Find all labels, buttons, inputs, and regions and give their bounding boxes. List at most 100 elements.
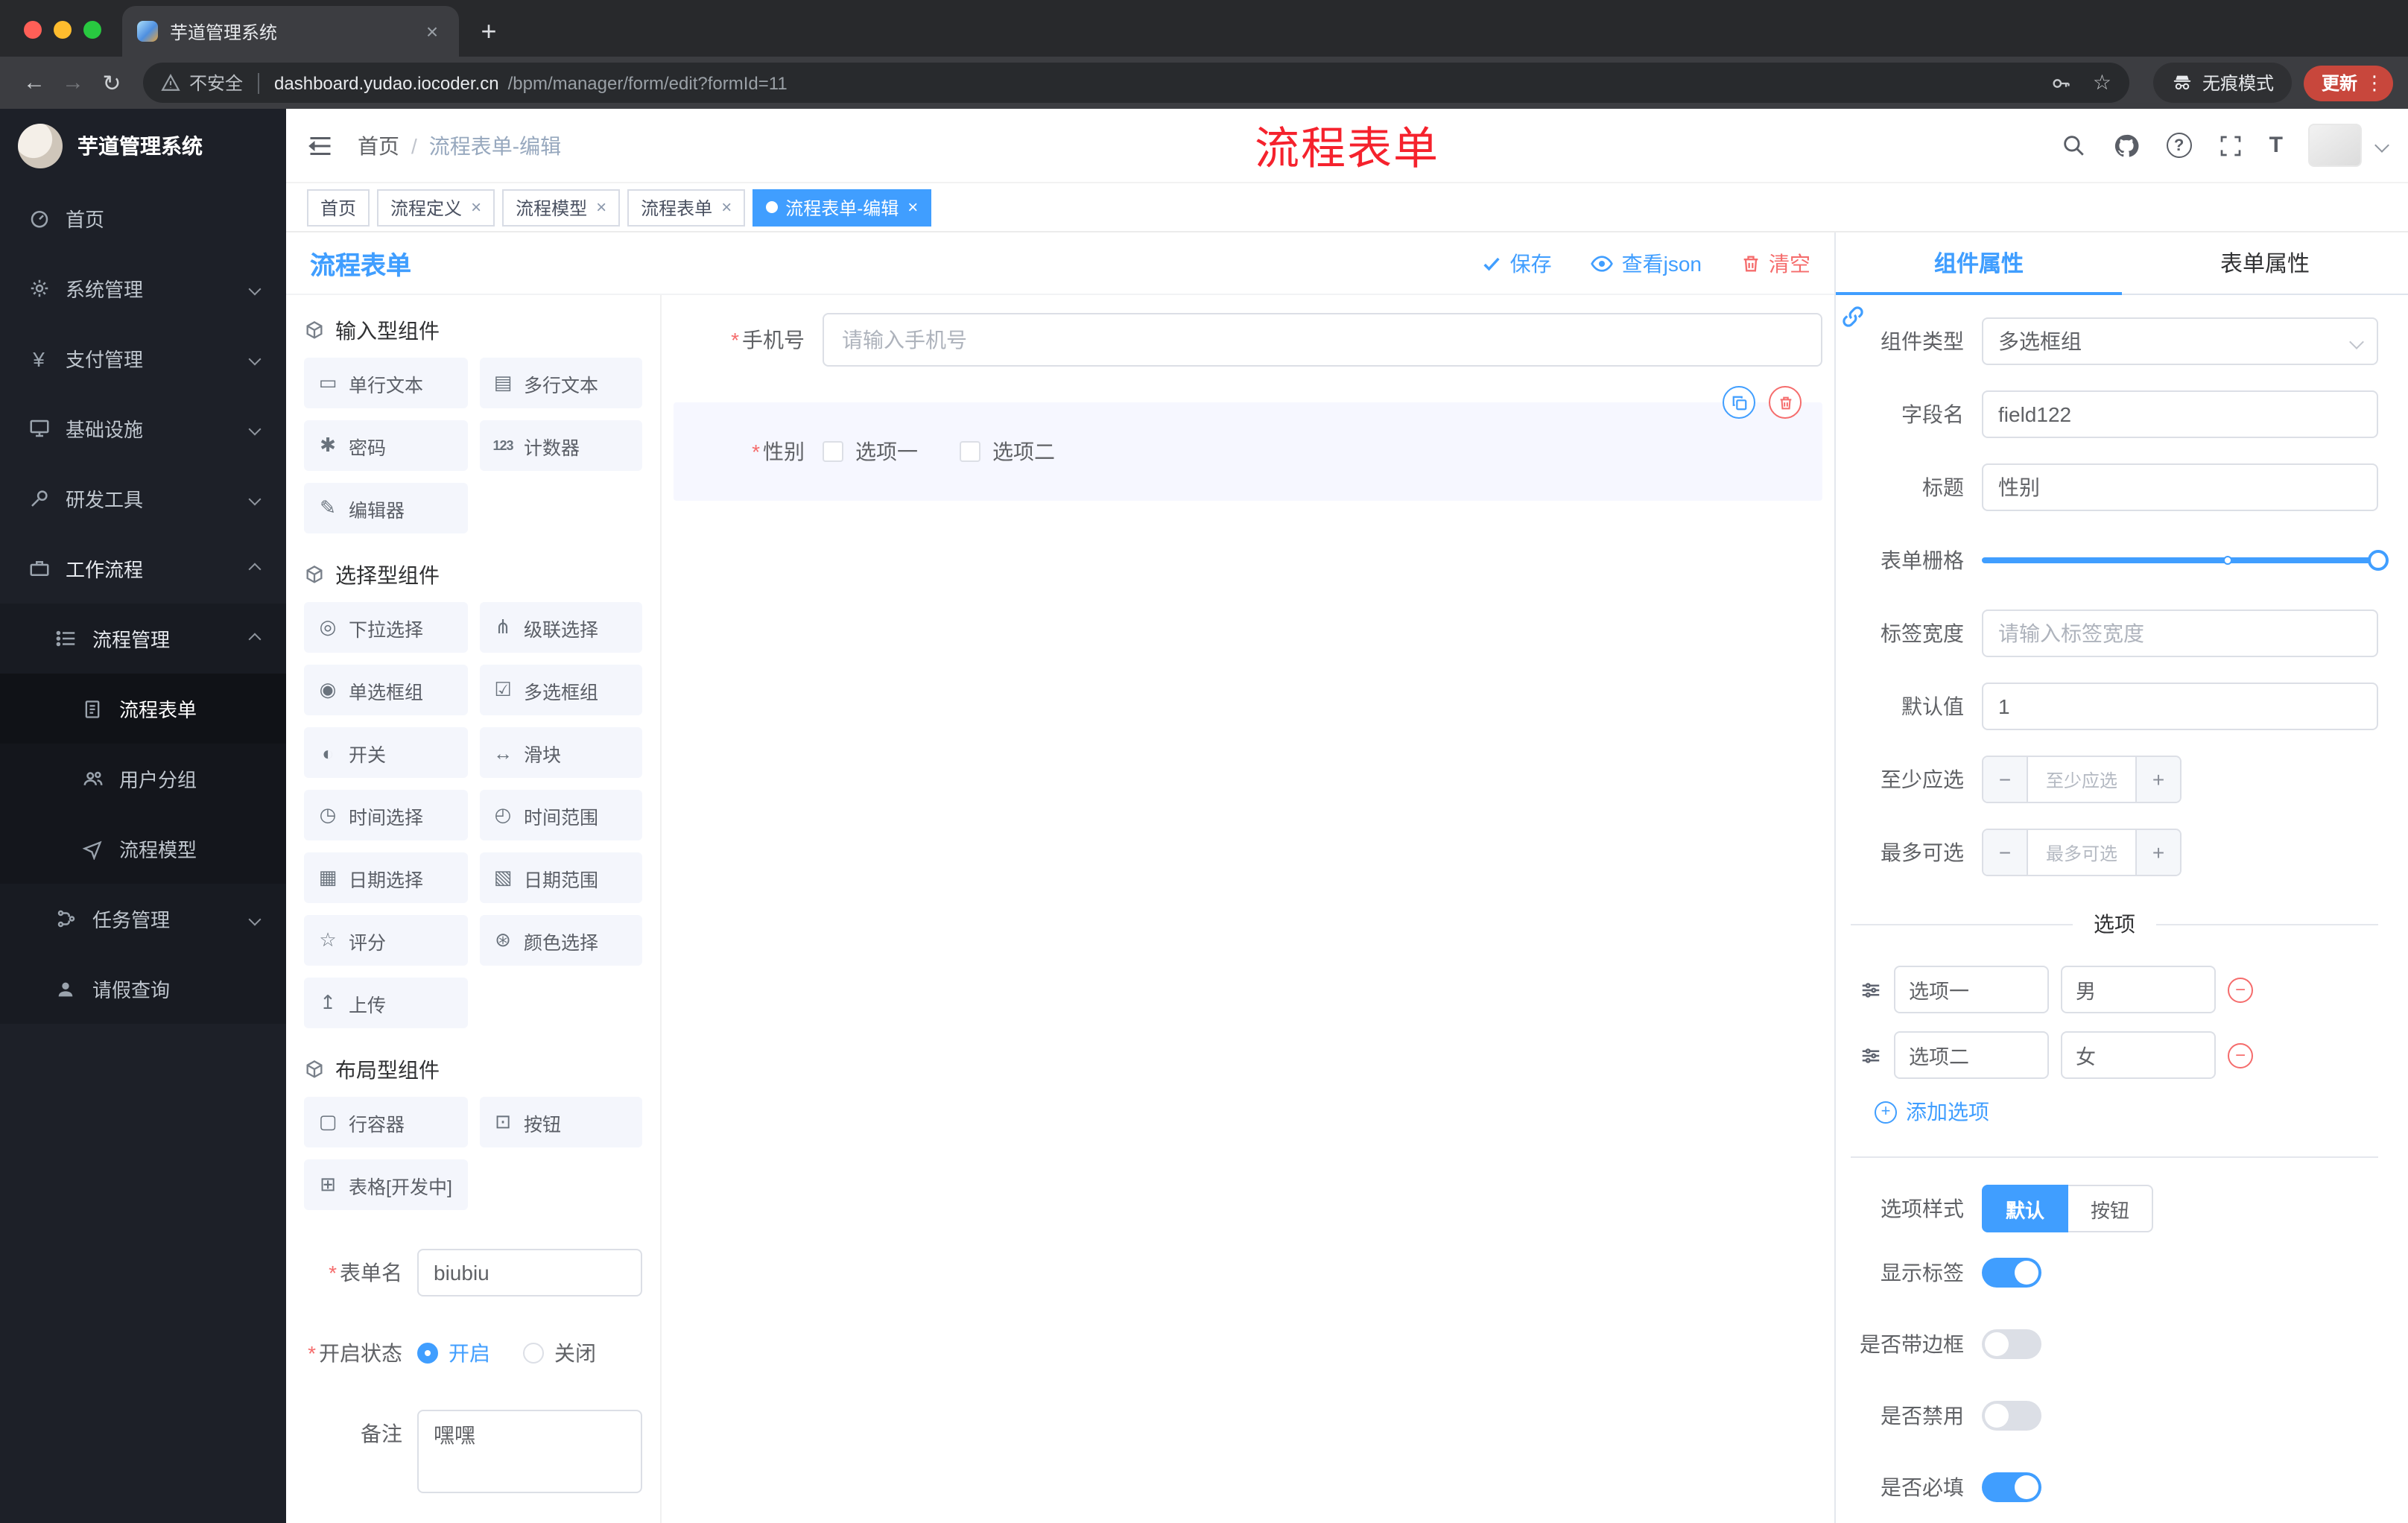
view-json-button[interactable]: 查看json (1591, 248, 1702, 278)
option-label-input[interactable] (1894, 1031, 2049, 1079)
title-input[interactable] (1982, 463, 2378, 511)
add-option-button[interactable]: + 添加选项 (1875, 1097, 2378, 1127)
hamburger-icon[interactable] (307, 132, 334, 159)
browser-update-button[interactable]: 更新 ⋮ (2303, 65, 2393, 101)
canvas-field-gender-selected[interactable]: * 性别 选项一 选项二 (674, 386, 1822, 501)
sidebar-item-payment[interactable]: ¥ 支付管理 (0, 323, 286, 393)
form-remark-textarea[interactable]: 嘿嘿 (417, 1410, 642, 1493)
address-bar[interactable]: 不安全 dashboard.yudao.iocoder.cn/bpm/manag… (143, 63, 2129, 103)
palette-item-color-picker[interactable]: ⊛ 颜色选择 (479, 915, 642, 966)
sidebar-item-task-management[interactable]: 任务管理 (0, 884, 286, 954)
new-tab-button[interactable]: + (468, 10, 510, 52)
palette-item-select[interactable]: ◎ 下拉选择 (304, 602, 467, 653)
option-label-input[interactable] (1894, 966, 2049, 1013)
tab-component-props[interactable]: 组件属性 (1836, 232, 2122, 295)
fullscreen-icon[interactable] (2219, 133, 2243, 157)
palette-item-cascader[interactable]: ⋔ 级联选择 (479, 602, 642, 653)
avatar[interactable] (2308, 124, 2362, 167)
remove-option-button[interactable]: − (2228, 1042, 2253, 1068)
style-button-button[interactable]: 按钮 (2068, 1185, 2154, 1232)
label-width-input[interactable] (1982, 609, 2378, 657)
sidebar-item-infrastructure[interactable]: 基础设施 (0, 393, 286, 463)
option-value-input[interactable] (2061, 966, 2216, 1013)
palette-item-checkbox-group[interactable]: ☑ 多选框组 (479, 665, 642, 715)
minus-button[interactable]: − (1983, 757, 2028, 802)
palette-item-time-picker[interactable]: ◷ 时间选择 (304, 790, 467, 840)
delete-component-button[interactable] (1769, 386, 1802, 419)
sidebar-item-user-group[interactable]: 用户分组 (0, 744, 286, 814)
reload-icon[interactable]: ↻ (92, 63, 131, 102)
save-button[interactable]: 保存 (1482, 248, 1552, 278)
status-on-radio[interactable]: 开启 (417, 1338, 490, 1368)
palette-item-row-container[interactable]: ▢ 行容器 (304, 1097, 467, 1147)
sidebar-item-process-management[interactable]: 流程管理 (0, 604, 286, 674)
sidebar-item-process-model[interactable]: 流程模型 (0, 814, 286, 884)
palette-item-editor[interactable]: ✎ 编辑器 (304, 483, 467, 533)
font-size-icon[interactable]: T (2269, 133, 2283, 158)
sidebar-item-devtools[interactable]: 研发工具 (0, 463, 286, 533)
palette-item-slider[interactable]: ↔ 滑块 (479, 727, 642, 778)
github-icon[interactable] (2113, 132, 2140, 159)
tab-form-props[interactable]: 表单属性 (2122, 232, 2408, 294)
palette-item-upload[interactable]: ↥ 上传 (304, 978, 467, 1028)
plus-button[interactable]: + (2135, 757, 2180, 802)
palette-item-switch[interactable]: ◐ 开关 (304, 727, 467, 778)
palette-item-table[interactable]: ⊞ 表格[开发中] (304, 1159, 467, 1210)
palette-item-date-range[interactable]: ▧ 日期范围 (479, 852, 642, 903)
form-grid-slider[interactable] (1982, 536, 2389, 584)
browser-menu-icon[interactable]: ⋮ (2365, 71, 2384, 95)
gender-option1-checkbox[interactable]: 选项一 (823, 437, 918, 466)
drag-handle-icon[interactable] (1860, 1044, 1882, 1066)
form-canvas[interactable]: * 手机号 请输入手机号 * 性别 选项一 选项二 (662, 295, 1834, 1523)
palette-item-counter[interactable]: 123 计数器 (479, 420, 642, 471)
sidebar-logo[interactable]: 芋道管理系统 (0, 109, 286, 183)
status-off-radio[interactable]: 关闭 (523, 1338, 596, 1368)
sidebar-item-process-form[interactable]: 流程表单 (0, 674, 286, 744)
tag-process-form[interactable]: 流程表单 × (627, 189, 746, 226)
window-minimize-button[interactable] (54, 21, 72, 39)
default-value-input[interactable] (1982, 683, 2378, 730)
palette-item-rate[interactable]: ☆ 评分 (304, 915, 467, 966)
required-switch[interactable] (1982, 1472, 2041, 1502)
component-type-select[interactable]: 多选框组 (1982, 317, 2378, 365)
tag-home[interactable]: 首页 (307, 189, 370, 226)
palette-item-single-text[interactable]: ▭ 单行文本 (304, 358, 467, 408)
disabled-switch[interactable] (1982, 1401, 2041, 1431)
sidebar-item-leave-query[interactable]: 请假查询 (0, 954, 286, 1024)
palette-item-time-range[interactable]: ◴ 时间范围 (479, 790, 642, 840)
search-icon[interactable] (2061, 133, 2086, 158)
palette-item-radio-group[interactable]: ◉ 单选框组 (304, 665, 467, 715)
show-label-switch[interactable] (1982, 1258, 2041, 1288)
help-icon[interactable]: ? (2166, 133, 2192, 158)
max-select-value[interactable]: 最多可选 (2028, 830, 2135, 875)
plus-button[interactable]: + (2135, 830, 2180, 875)
password-key-icon[interactable] (2051, 72, 2072, 93)
tag-close-icon[interactable]: × (471, 197, 481, 218)
tag-close-icon[interactable]: × (596, 197, 606, 218)
sidebar-item-workflow[interactable]: 工作流程 (0, 533, 286, 604)
forward-icon[interactable]: → (54, 63, 92, 102)
minus-button[interactable]: − (1983, 830, 2028, 875)
window-zoom-button[interactable] (83, 21, 101, 39)
tag-process-definition[interactable]: 流程定义 × (377, 189, 495, 226)
browser-tab[interactable]: 芋道管理系统 × (122, 6, 459, 57)
chevron-down-icon[interactable] (2374, 138, 2389, 153)
security-label[interactable]: 不安全 (189, 70, 243, 95)
drag-handle-icon[interactable] (1860, 978, 1882, 1001)
window-close-button[interactable] (24, 21, 42, 39)
tag-process-form-edit[interactable]: 流程表单-编辑 × (752, 189, 932, 226)
clear-button[interactable]: 清空 (1740, 248, 1810, 278)
border-switch[interactable] (1982, 1329, 2041, 1359)
phone-input[interactable] (823, 313, 1822, 367)
gender-option2-checkbox[interactable]: 选项二 (960, 437, 1055, 466)
link-icon[interactable] (1840, 304, 1866, 329)
form-name-input[interactable] (417, 1249, 642, 1296)
tag-process-model[interactable]: 流程模型 × (502, 189, 621, 226)
palette-item-textarea[interactable]: ▤ 多行文本 (479, 358, 642, 408)
tag-close-icon[interactable]: × (907, 197, 918, 218)
style-default-button[interactable]: 默认 (1982, 1185, 2069, 1232)
canvas-field-phone[interactable]: * 手机号 (674, 313, 1822, 367)
bookmark-star-icon[interactable]: ☆ (2093, 70, 2111, 95)
slider-handle[interactable] (2368, 550, 2389, 571)
remove-option-button[interactable]: − (2228, 977, 2253, 1002)
